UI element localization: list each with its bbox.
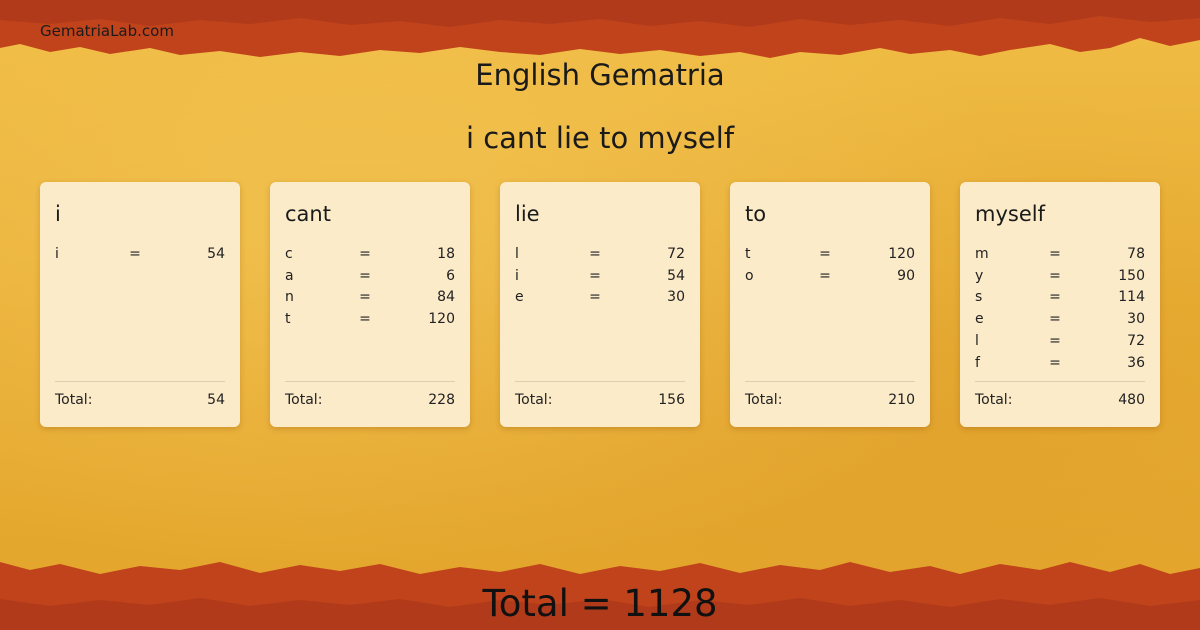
letter-value: 18 [437,246,455,262]
letter: s [975,289,983,306]
card-total: Total: 210 [745,381,915,408]
equals-sign: = [359,311,371,328]
equals-sign: = [1049,289,1061,306]
letter-value: 30 [1127,311,1145,328]
letter-value: 78 [1127,246,1145,262]
letter-row: i = 54 [515,266,685,288]
word-card-to: to t = 120 o = 90 Total: 210 [730,182,930,427]
equals-sign: = [589,267,601,284]
site-logo-text[interactable]: GematriaLab.com [40,22,174,40]
letter: l [515,246,519,262]
word-card-i: i i = 54 Total: 54 [40,182,240,427]
letter: l [975,332,979,349]
equals-sign: = [589,246,601,262]
total-value: 54 [207,392,225,408]
letter-row: l = 72 [515,244,685,266]
card-word: i [55,202,61,226]
phrase-text: i cant lie to myself [465,121,735,155]
word-card-cant: cant c = 18 a = 6 n = 84 t = 120 Total: 228 [270,182,470,427]
grand-total: Total = 1128 [482,582,718,625]
word-card-myself: myself m = 78 y = 150 s = 114 e = 30 l = 72 f = 36 T… [960,182,1160,427]
card-word: cant [285,202,331,226]
letter-row: i = 54 [55,244,225,266]
word-cards: i i = 54 Total: 54 cant c = 18 a = 6 n = 84 t = 120… [40,182,1160,427]
card-word: myself [975,202,1045,226]
letter-rows: c = 18 a = 6 n = 84 t = 120 [285,244,455,331]
card-word: lie [515,202,540,226]
word-card-lie: lie l = 72 i = 54 e = 30 Total: 156 [500,182,700,427]
equals-sign: = [1049,246,1061,262]
letter-row: m = 78 [975,244,1145,266]
letter-value: 36 [1127,354,1145,371]
letter-value: 90 [897,267,915,284]
letter: e [975,311,984,328]
total-value: 210 [888,392,915,408]
letter-value: 72 [667,246,685,262]
letter-row: t = 120 [745,244,915,266]
letter: c [285,246,293,262]
total-label: Total: [55,392,93,408]
letter: y [975,267,984,284]
total-label: Total: [285,392,323,408]
card-total: Total: 480 [975,381,1145,408]
letter-rows: l = 72 i = 54 e = 30 [515,244,685,309]
letter-value: 150 [1118,267,1145,284]
letter: o [745,267,754,284]
letter-rows: i = 54 [55,244,225,266]
letter: m [975,246,989,262]
equals-sign: = [1049,354,1061,371]
letter-row: o = 90 [745,266,915,288]
card-total: Total: 54 [55,381,225,408]
letter-rows: t = 120 o = 90 [745,244,915,287]
letter-row: t = 120 [285,309,455,331]
letter: t [745,246,751,262]
page-title: English Gematria [475,58,725,92]
card-total: Total: 156 [515,381,685,408]
letter: f [975,354,980,371]
letter-value: 54 [667,267,685,284]
total-value: 480 [1118,392,1145,408]
equals-sign: = [359,246,371,262]
letter-row: y = 150 [975,266,1145,288]
letter-row: s = 114 [975,287,1145,309]
letter: i [515,267,519,284]
letter-row: f = 36 [975,353,1145,375]
total-label: Total: [975,392,1013,408]
letter-value: 114 [1118,289,1145,306]
letter-row: l = 72 [975,331,1145,353]
letter-value: 84 [437,289,455,306]
letter-row: a = 6 [285,266,455,288]
total-label: Total: [745,392,783,408]
equals-sign: = [359,289,371,306]
letter: t [285,311,291,328]
letter-row: n = 84 [285,287,455,309]
letter-row: c = 18 [285,244,455,266]
letter: n [285,289,294,306]
letter: e [515,289,524,306]
letter-value: 54 [207,246,225,262]
equals-sign: = [1049,332,1061,349]
equals-sign: = [819,267,831,284]
card-word: to [745,202,767,226]
total-value: 228 [428,392,455,408]
letter-rows: m = 78 y = 150 s = 114 e = 30 l = 72 f = 36 [975,244,1145,374]
letter-value: 30 [667,289,685,306]
letter-value: 120 [888,246,915,262]
letter-value: 72 [1127,332,1145,349]
letter-row: e = 30 [515,287,685,309]
letter-row: e = 30 [975,309,1145,331]
equals-sign: = [1049,267,1061,284]
letter-value: 6 [446,267,455,284]
equals-sign: = [359,267,371,284]
letter: a [285,267,294,284]
equals-sign: = [1049,311,1061,328]
total-label: Total: [515,392,553,408]
equals-sign: = [589,289,601,306]
letter-value: 120 [428,311,455,328]
total-value: 156 [658,392,685,408]
equals-sign: = [129,246,141,262]
card-total: Total: 228 [285,381,455,408]
equals-sign: = [819,246,831,262]
letter: i [55,246,59,262]
